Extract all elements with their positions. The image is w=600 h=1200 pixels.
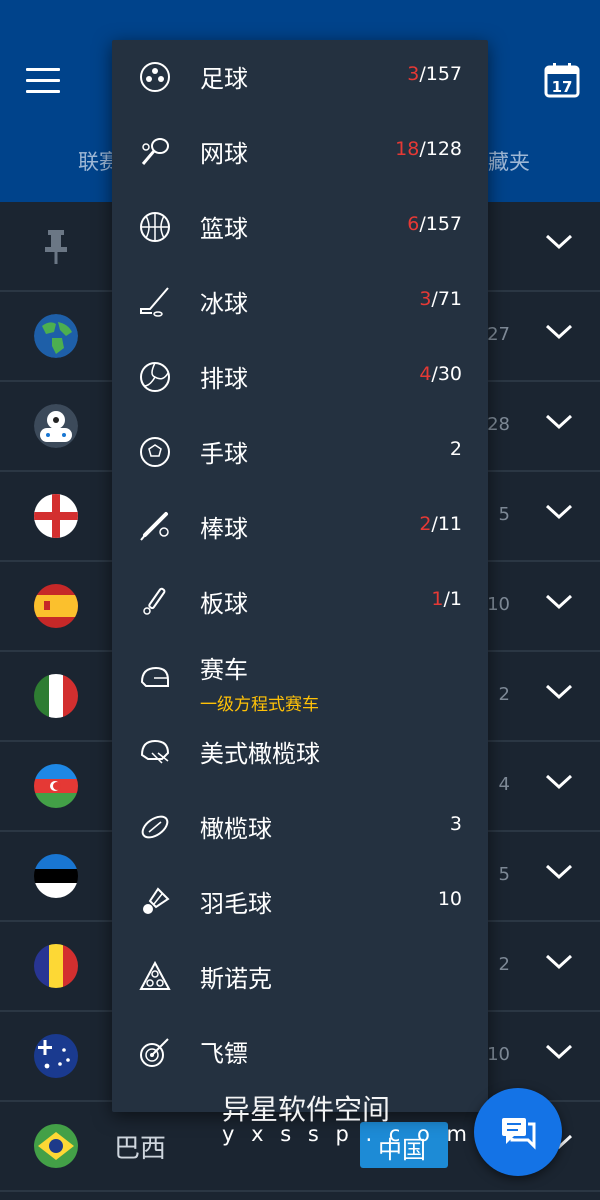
menu-item-rugby[interactable]: 橄榄球 3 — [112, 790, 488, 865]
total-count: /11 — [431, 513, 462, 535]
total-count: 2 — [449, 438, 462, 460]
tab-favorites[interactable]: 藏夹 — [488, 146, 530, 176]
total-count: /157 — [419, 213, 462, 235]
watermark-url: y x s s p . c o m — [222, 1122, 472, 1146]
total-count: /30 — [431, 363, 462, 385]
italy-flag-icon — [34, 674, 78, 718]
esports-flag-icon — [34, 404, 78, 448]
world-flag-icon — [34, 314, 78, 358]
spain-flag-icon — [34, 584, 78, 628]
menu-item-baseball[interactable]: 棒球 2/11 — [112, 490, 488, 565]
chevron-down-icon[interactable] — [544, 412, 574, 432]
sports-menu: 足球 3/157 网球 18/128 篮球 6/157 冰球 3/71 排球 4… — [112, 40, 488, 1112]
chat-fab-button[interactable] — [474, 1088, 562, 1176]
andorra-flag-icon — [34, 944, 78, 988]
australia-flag-icon — [34, 1034, 78, 1078]
menu-item-motorsport[interactable]: 赛车 一级方程式赛车 — [112, 640, 488, 715]
total-count: /71 — [431, 288, 462, 310]
chevron-down-icon[interactable] — [544, 232, 574, 252]
calendar-day: 17 — [552, 78, 573, 96]
chat-icon — [502, 1118, 536, 1150]
pin-icon — [45, 230, 67, 264]
live-count: 18 — [395, 138, 420, 160]
chevron-down-icon[interactable] — [544, 592, 574, 612]
chevron-down-icon[interactable] — [544, 772, 574, 792]
chevron-down-icon[interactable] — [544, 1042, 574, 1062]
live-count: 4 — [419, 363, 432, 385]
total-count: 10 — [437, 888, 462, 910]
menu-item-badminton[interactable]: 羽毛球 10 — [112, 865, 488, 940]
helmet-icon — [140, 666, 169, 687]
cricket-icon — [143, 587, 166, 615]
menu-item-hockey[interactable]: 冰球 3/71 — [112, 265, 488, 340]
live-count: 1 — [431, 588, 444, 610]
hockey-icon — [140, 287, 169, 317]
live-count: 3 — [419, 288, 432, 310]
chevron-down-icon[interactable] — [544, 952, 574, 972]
england-flag-icon — [34, 494, 78, 538]
live-count: 6 — [407, 213, 420, 235]
football-helmet-icon — [140, 739, 170, 764]
volleyball-icon — [140, 362, 170, 392]
chevron-down-icon[interactable] — [544, 682, 574, 702]
baseball-icon — [140, 512, 169, 541]
menu-item-american-football[interactable]: 美式橄榄球 — [112, 715, 488, 790]
chevron-down-icon[interactable] — [544, 322, 574, 342]
live-count: 2 — [419, 513, 432, 535]
chevron-down-icon[interactable] — [544, 502, 574, 522]
menu-item-tennis[interactable]: 网球 18/128 — [112, 115, 488, 190]
total-count: /128 — [419, 138, 462, 160]
darts-icon — [140, 1038, 169, 1067]
menu-item-volleyball[interactable]: 排球 4/30 — [112, 340, 488, 415]
shuttlecock-icon — [143, 887, 170, 914]
menu-item-snooker[interactable]: 斯诺克 — [112, 940, 488, 1015]
total-count: /1 — [443, 588, 463, 610]
tennis-icon — [141, 138, 169, 165]
country-name: 巴西 — [114, 1134, 167, 1164]
menu-item-basketball[interactable]: 篮球 6/157 — [112, 190, 488, 265]
estonia-flag-icon — [34, 854, 78, 898]
soccer-icon — [140, 62, 170, 92]
azerbaijan-flag-icon — [34, 764, 78, 808]
menu-item-soccer[interactable]: 足球 3/157 — [112, 40, 488, 115]
chevron-down-icon[interactable] — [544, 862, 574, 882]
calendar-icon[interactable]: 17 — [544, 62, 580, 98]
total-count: /157 — [419, 63, 462, 85]
brazil-flag-icon — [34, 1124, 78, 1168]
handball-icon — [140, 437, 170, 467]
menu-item-subtitle: 一级方程式赛车 — [200, 695, 319, 715]
snooker-icon — [139, 960, 171, 990]
live-count: 3 — [407, 63, 420, 85]
rugby-icon — [141, 815, 169, 839]
basketball-icon — [140, 212, 170, 242]
menu-item-handball[interactable]: 手球 2 — [112, 415, 488, 490]
menu-icon[interactable] — [26, 68, 60, 96]
menu-item-darts[interactable]: 飞镖 — [112, 1015, 488, 1090]
total-count: 3 — [449, 813, 462, 835]
menu-item-cricket[interactable]: 板球 1/1 — [112, 565, 488, 640]
